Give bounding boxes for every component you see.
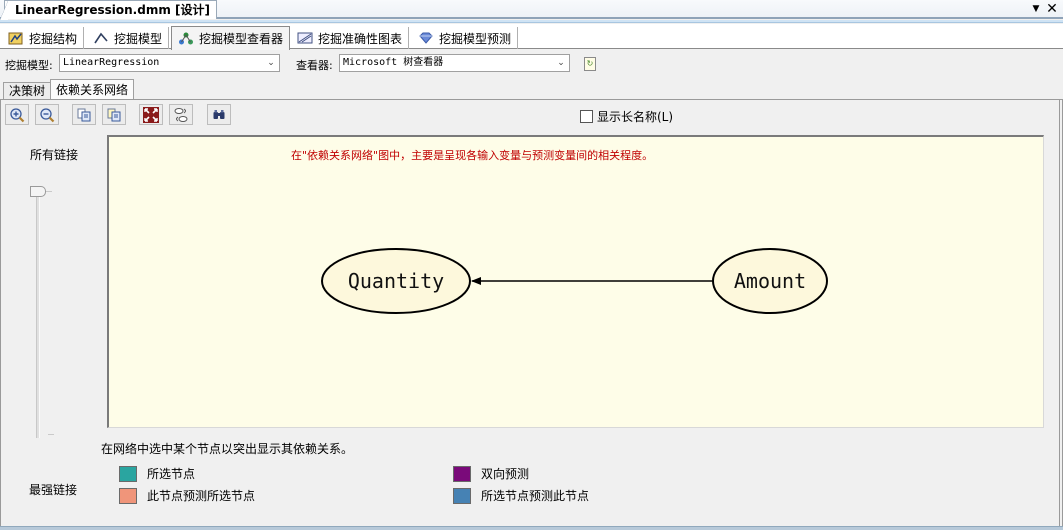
fit-to-window-button[interactable] (139, 104, 163, 125)
viewer-sub-tabs: 决策树 依赖关系网络 (0, 79, 1063, 100)
slider-tick (48, 434, 54, 435)
mining-model-value: LinearRegression (63, 57, 160, 68)
tab-mining-accuracy-chart[interactable]: 挖掘准确性图表 (291, 27, 410, 49)
viewer-select[interactable]: Microsoft 树查看器 ⌄ (339, 54, 570, 72)
tab-decision-tree[interactable]: 决策树 (3, 82, 52, 100)
viewer-label: 查看器: (296, 59, 333, 72)
show-long-name-checkbox[interactable]: 显示长名称(L) (580, 108, 673, 125)
legend-selected-node: 所选节点 (119, 465, 195, 482)
tab-bar-divider (0, 20, 1063, 23)
legend-label: 所选节点预测此节点 (481, 489, 590, 503)
window-bottom-border (0, 526, 1063, 530)
chevron-down-icon[interactable]: ⌄ (556, 55, 566, 71)
zoom-in-button[interactable] (5, 104, 29, 125)
legend-swatch (453, 487, 471, 504)
copy-all-icon (107, 108, 121, 121)
legend-predicts-selected: 此节点预测所选节点 (119, 487, 255, 504)
viewer-selector-row: 挖掘模型: LinearRegression ⌄ 查看器: Microsoft … (0, 50, 1063, 78)
copy-icon (77, 108, 91, 121)
checkbox-box[interactable] (580, 110, 593, 123)
fit-to-window-icon (143, 106, 159, 123)
document-tab[interactable]: LinearRegression.dmm [设计] (0, 0, 217, 20)
tab-label: 挖掘模型 (114, 31, 163, 46)
link-strength-slider-thumb[interactable] (30, 186, 46, 197)
model-designer-window: LinearRegression.dmm [设计] ▼ ✕ 挖掘结构 挖掘模型 … (0, 0, 1063, 530)
mining-model-label: 挖掘模型: (5, 59, 53, 72)
tab-mining-model-prediction[interactable]: 挖掘模型预测 (412, 27, 519, 49)
prediction-icon (418, 31, 434, 45)
mining-model-icon (93, 31, 109, 45)
legend-bidirectional: 双向预测 (453, 465, 529, 482)
legend-swatch (453, 465, 471, 482)
legend-selected-predicts: 所选节点预测此节点 (453, 487, 589, 504)
node-quantity[interactable]: Quantity (321, 248, 471, 314)
legend-swatch (119, 487, 137, 504)
chevron-down-icon[interactable]: ⌄ (266, 55, 276, 71)
legend-label: 此节点预测所选节点 (147, 489, 256, 503)
strongest-links-label: 最强链接 (29, 483, 78, 497)
copy-graph-view-button[interactable] (72, 104, 96, 125)
copy-entire-graph-button[interactable] (102, 104, 126, 125)
tab-mining-structure[interactable]: 挖掘结构 (2, 27, 85, 49)
node-label-quantity: Quantity (348, 269, 444, 293)
zoom-out-icon (40, 107, 55, 122)
layout-icon (174, 107, 188, 122)
all-links-label: 所有链接 (30, 148, 79, 162)
slider-tick (46, 191, 52, 192)
tab-mining-model-viewer[interactable]: 挖掘模型查看器 (171, 26, 291, 50)
tab-label: 挖掘结构 (29, 31, 78, 46)
binoculars-icon (213, 109, 225, 119)
find-node-button[interactable] (207, 104, 231, 125)
legend-label: 所选节点 (147, 467, 196, 481)
refresh-icon[interactable]: ↻ (584, 57, 596, 71)
tab-label: 挖掘模型预测 (439, 31, 512, 46)
legend-label: 双向预测 (481, 467, 530, 481)
layout-button[interactable] (169, 104, 193, 125)
panel-right-border (1059, 99, 1060, 527)
mining-model-select[interactable]: LinearRegression ⌄ (59, 54, 280, 72)
tab-dependency-network[interactable]: 依赖关系网络 (50, 79, 135, 100)
node-amount[interactable]: Amount (712, 248, 828, 314)
legend-swatch (119, 465, 137, 482)
dependency-network-canvas[interactable]: 在"依赖关系网络"图中，主要是呈现各输入变量与预测变量间的相关程度。 Quant… (107, 135, 1044, 428)
document-tab-bar: LinearRegression.dmm [设计] ▼ ✕ (0, 0, 1063, 20)
dropdown-arrow-icon[interactable]: ▼ (1031, 3, 1041, 15)
zoom-in-icon (10, 107, 25, 122)
close-icon[interactable]: ✕ (1045, 0, 1059, 18)
tab-label: 挖掘模型查看器 (199, 32, 284, 46)
mining-structure-icon (8, 31, 24, 45)
viewer-value: Microsoft 树查看器 (343, 57, 444, 68)
model-viewer-icon (178, 32, 194, 46)
tab-label: 挖掘准确性图表 (318, 31, 403, 46)
show-long-name-label: 显示长名称(L) (597, 110, 674, 124)
network-graph: Quantity Amount (321, 248, 828, 314)
selection-hint: 在网络中选中某个节点以突出显示其依赖关系。 (101, 442, 354, 456)
tab-mining-model[interactable]: 挖掘模型 (87, 27, 170, 49)
zoom-out-button[interactable] (35, 104, 59, 125)
accuracy-chart-icon (297, 31, 313, 45)
node-label-amount: Amount (734, 269, 806, 293)
link-strength-slider-track[interactable] (36, 196, 40, 438)
designer-tab-strip: 挖掘结构 挖掘模型 挖掘模型查看器 挖掘准确性图表 挖掘模型预测 (0, 24, 1063, 50)
